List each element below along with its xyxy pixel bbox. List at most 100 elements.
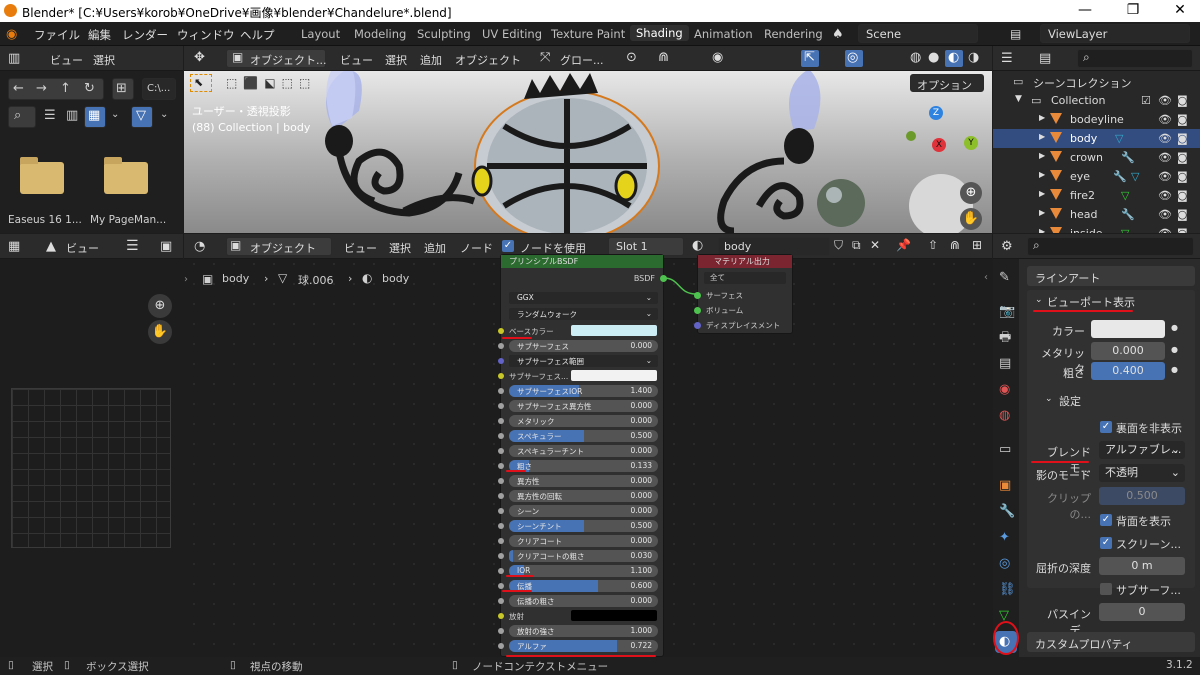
node-field[interactable]: 異方性 0.000 (509, 475, 658, 487)
new-folder-icon[interactable]: ⊞ (116, 82, 127, 95)
input-socket[interactable] (498, 493, 504, 499)
input-socket[interactable] (498, 403, 504, 409)
shading-solid-icon[interactable]: ● (928, 50, 939, 65)
sidebar-arrow-icon[interactable]: ‹ (984, 272, 988, 283)
input-socket[interactable] (498, 583, 504, 589)
node-field[interactable]: サブサーフェス異方性 0.000 (509, 400, 658, 412)
input-socket[interactable] (498, 448, 504, 454)
ie-menu-view[interactable]: ビュー (66, 240, 99, 256)
node-field[interactable]: 粗さ 0.133 (509, 460, 658, 472)
editor-type-icon[interactable]: ⚙ (1001, 239, 1013, 254)
principled-bsdf-node[interactable]: プリンシプルBSDF BSDF GGX ⌄ ランダムウォーク ⌄ ベースカラー サブ… (498, 254, 667, 657)
editor-type-icon[interactable]: ✥ (194, 50, 205, 65)
list-horizontal-icon[interactable]: ▥ (66, 109, 78, 122)
node-field[interactable]: 伝播の粗さ 0.000 (509, 595, 658, 607)
transform-orientation-dropdown[interactable]: グロー... (560, 52, 604, 68)
subsurface-translucency-checkbox[interactable] (1100, 583, 1112, 595)
collection-label[interactable]: Collection (1051, 94, 1105, 107)
tab-rendering[interactable]: Rendering (764, 27, 823, 41)
tab-animation[interactable]: Animation (694, 27, 753, 41)
outliner-row[interactable]: ▶ fire2 ▽ 👁 ◙ (993, 186, 1200, 205)
folder-icon[interactable] (20, 157, 64, 194)
input-socket[interactable] (498, 433, 504, 439)
surface-socket[interactable] (694, 292, 701, 299)
forward-icon[interactable]: → (36, 82, 47, 95)
outliner-row[interactable]: ▶inside▽👁◙ (993, 224, 1200, 233)
volume-socket[interactable] (694, 307, 701, 314)
tab-uv-editing[interactable]: UV Editing (482, 27, 542, 41)
material-browse-icon[interactable]: ◐ (692, 238, 703, 253)
fake-user-shield-icon[interactable]: ⛉ (834, 238, 843, 253)
editor-type-icon[interactable]: ▦ (8, 239, 20, 254)
viewport-display-title[interactable]: ビューポート表示 (1047, 294, 1135, 310)
subsurface-translucency-label[interactable]: サブサーフ... (1116, 582, 1181, 598)
modifier-wrench-icon[interactable]: 🔧 (1121, 208, 1135, 221)
thumbnails-icon[interactable]: ▦ (88, 109, 100, 122)
object-label[interactable]: eye (1070, 170, 1090, 183)
mesh-data-icon[interactable]: ▽ (1131, 170, 1139, 183)
node-field[interactable]: スペキュラー 0.500 (509, 430, 658, 442)
gizmo-z-axis[interactable]: Z (929, 106, 943, 120)
gizmo-toggle-icon[interactable]: ⇱ (804, 50, 815, 65)
mesh-data-icon[interactable]: ▽ (1121, 227, 1129, 233)
node-field[interactable]: メタリック 0.000 (509, 415, 658, 427)
refraction-depth-field[interactable]: 0 m (1099, 557, 1185, 575)
uv-grid[interactable] (11, 388, 171, 548)
node-field[interactable]: クリアコートの粗さ 0.030 (509, 550, 658, 562)
modifier-tab-icon[interactable]: 🔧 (999, 505, 1015, 518)
ne-menu-node[interactable]: ノード (460, 240, 493, 256)
image-editor[interactable]: ▦ ▲ ビュー ☰ ▣ ⊕ ✋ (0, 234, 183, 657)
backface-culling-checkbox[interactable]: ✓ (1100, 421, 1112, 433)
node-field[interactable]: サブサーフェスIOR 1.400 (509, 385, 658, 397)
node-header[interactable]: プリンシプルBSDF (501, 255, 663, 268)
displacement-socket[interactable] (694, 322, 701, 329)
emission-color-swatch[interactable] (571, 610, 657, 621)
tab-sculpting[interactable]: Sculpting (417, 27, 471, 41)
slot-dropdown[interactable]: Slot 1 (616, 240, 648, 253)
tab-texture-paint[interactable]: Texture Paint (551, 27, 625, 41)
shading-material-icon[interactable]: ◐ (948, 50, 959, 65)
object-label[interactable]: fire2 (1070, 189, 1095, 202)
pan-hand-icon[interactable]: ✋ (148, 320, 172, 344)
expand-arrow-icon[interactable]: ▼ (1015, 94, 1022, 104)
lineart-panel-title[interactable]: ラインアート (1035, 270, 1100, 286)
node-field[interactable]: シーンチント 0.500 (509, 520, 658, 532)
snap-icon[interactable]: ⋒ (950, 238, 960, 252)
gizmo-neg-y-axis[interactable] (906, 131, 916, 141)
eye-icon[interactable]: 👁 (1158, 189, 1172, 202)
camera-icon[interactable]: ◙ (1177, 189, 1188, 202)
material-output-node[interactable]: マテリアル出力 全て サーフェス ボリューム ディスプレイスメント (694, 254, 793, 334)
tab-modeling[interactable]: Modeling (354, 27, 406, 41)
parent-node-tree-icon[interactable]: ⇧ (928, 238, 938, 252)
pan-hand-icon[interactable]: ✋ (960, 208, 982, 230)
base-color-swatch[interactable] (571, 325, 657, 336)
settings-subpanel-title[interactable]: 設定 (1059, 393, 1081, 409)
particles-tab-icon[interactable]: ✦ (999, 531, 1010, 544)
shadow-mode-dropdown[interactable]: 不透明 ⌄ (1099, 464, 1185, 482)
input-socket[interactable] (498, 388, 504, 394)
clip-threshold-field[interactable]: 0.500 (1099, 487, 1185, 505)
render-tab-icon[interactable]: 📷 (999, 305, 1015, 318)
zoom-icon[interactable]: ⊕ (960, 182, 982, 204)
keyframe-dot-icon[interactable]: ● (1171, 323, 1178, 332)
input-socket[interactable] (498, 538, 504, 544)
object-label[interactable]: inside (1070, 227, 1103, 233)
zoom-icon[interactable]: ⊕ (148, 294, 172, 318)
tool-tab-icon[interactable]: ✎ (999, 271, 1010, 284)
search-icon[interactable]: ⌕ (1033, 238, 1040, 253)
shading-rendered-icon[interactable]: ◑ (968, 50, 979, 65)
camera-icon[interactable]: ◙ (1177, 132, 1188, 145)
eye-icon[interactable]: 👁 (1158, 94, 1172, 107)
view-layer-tab-icon[interactable]: ▤ (999, 357, 1011, 370)
input-socket[interactable] (498, 553, 504, 559)
menu-icon[interactable]: ☰ (126, 238, 139, 254)
input-socket[interactable] (498, 418, 504, 424)
camera-icon[interactable]: ◙ (1177, 227, 1188, 233)
node-field[interactable]: スペキュラーチント 0.000 (509, 445, 658, 457)
show-backface-checkbox[interactable]: ✓ (1100, 514, 1112, 526)
collection-tab-icon[interactable]: ▭ (999, 443, 1011, 456)
roughness-field[interactable]: 0.400 (1091, 362, 1165, 380)
chandelure-model[interactable] (184, 71, 992, 233)
back-icon[interactable]: ← (13, 82, 24, 95)
shader-type-dropdown[interactable]: オブジェクト (250, 240, 316, 256)
